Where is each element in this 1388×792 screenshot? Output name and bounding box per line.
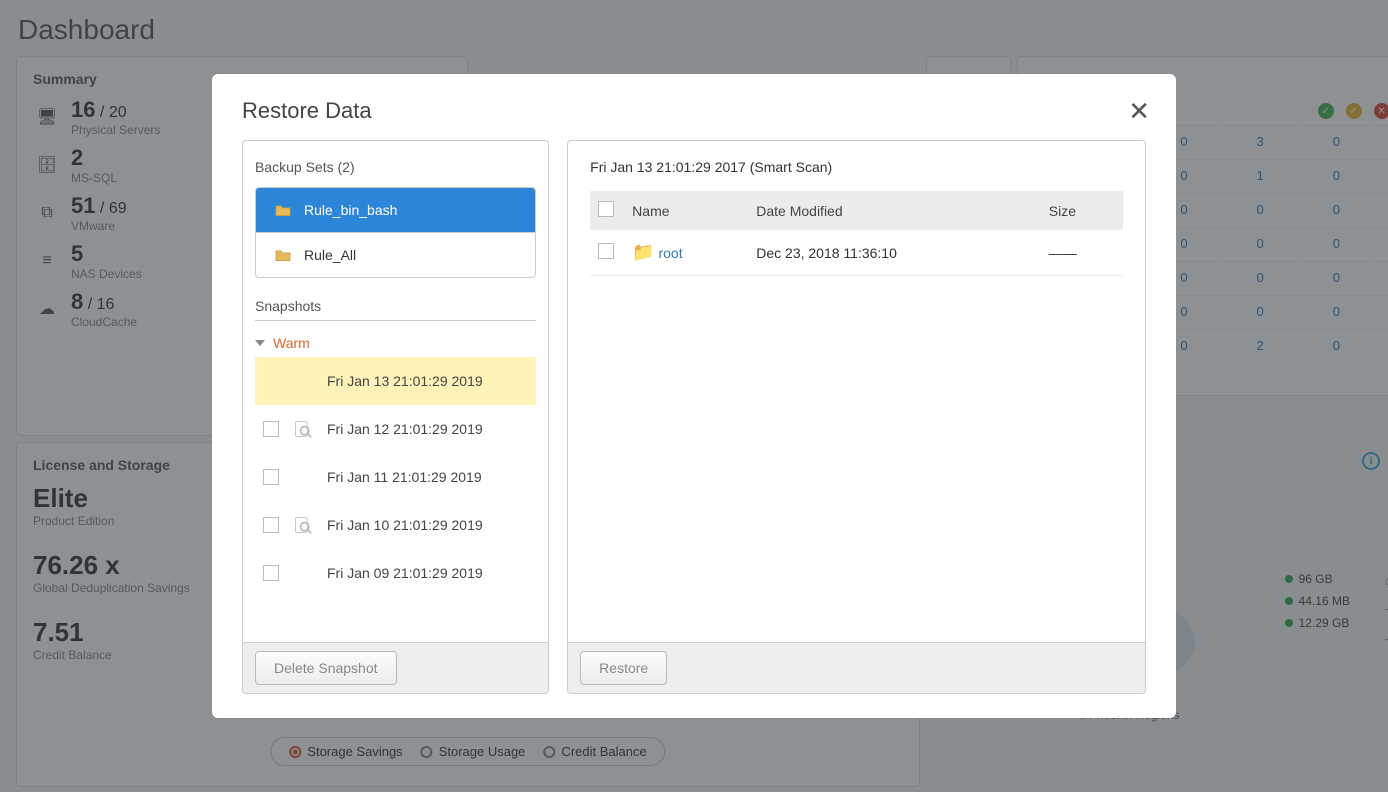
snapshot-item[interactable]: Fri Jan 10 21:01:29 2019 xyxy=(255,501,536,549)
column-size[interactable]: Size xyxy=(1041,191,1123,230)
file-link[interactable]: root xyxy=(658,245,682,261)
close-icon[interactable]: ✕ xyxy=(1128,96,1150,127)
snapshot-item[interactable]: Fri Jan 13 21:01:29 2019 xyxy=(255,357,536,405)
row-checkbox[interactable] xyxy=(598,243,614,259)
column-name[interactable]: Name xyxy=(624,191,748,230)
restore-modal: Restore Data ✕ Backup Sets (2) Rule_bin_… xyxy=(212,74,1176,718)
snapshot-checkbox[interactable] xyxy=(263,517,279,533)
file-browser-pane: Fri Jan 13 21:01:29 2017 (Smart Scan) Na… xyxy=(567,140,1146,694)
snapshot-checkbox[interactable] xyxy=(263,565,279,581)
snapshot-item[interactable]: Fri Jan 11 21:01:29 2019 xyxy=(255,453,536,501)
snapshot-list: Fri Jan 13 21:01:29 2019Fri Jan 12 21:01… xyxy=(255,357,536,597)
table-row[interactable]: 📁 root Dec 23, 2018 11:36:10 —— xyxy=(590,230,1123,276)
restore-button[interactable]: Restore xyxy=(580,651,667,685)
search-file-icon xyxy=(293,515,313,535)
backup-set-item[interactable]: Rule_All xyxy=(256,232,535,277)
snapshots-label: Snapshots xyxy=(255,298,536,321)
backup-set-item[interactable]: Rule_bin_bash xyxy=(256,188,535,232)
backup-sets-label: Backup Sets (2) xyxy=(255,159,536,175)
snapshot-item[interactable]: Fri Jan 09 21:01:29 2019 xyxy=(255,549,536,597)
chevron-down-icon xyxy=(255,340,265,346)
modal-title: Restore Data xyxy=(242,98,1146,124)
file-table: Name Date Modified Size 📁 root Dec 23, 2… xyxy=(590,191,1123,276)
select-all-checkbox[interactable] xyxy=(598,201,614,217)
snapshot-checkbox[interactable] xyxy=(263,421,279,437)
snapshot-item[interactable]: Fri Jan 12 21:01:29 2019 xyxy=(255,405,536,453)
warm-toggle[interactable]: Warm xyxy=(255,329,536,357)
column-date[interactable]: Date Modified xyxy=(748,191,1041,230)
folder-icon: 📁 xyxy=(632,242,654,262)
table-header-row: Name Date Modified Size xyxy=(590,191,1123,230)
modal-overlay: Restore Data ✕ Backup Sets (2) Rule_bin_… xyxy=(0,0,1388,792)
breadcrumb: Fri Jan 13 21:01:29 2017 (Smart Scan) xyxy=(590,159,1123,175)
search-file-icon xyxy=(293,419,313,439)
snapshot-checkbox[interactable] xyxy=(263,469,279,485)
folder-icon xyxy=(274,248,292,262)
file-size: —— xyxy=(1041,230,1123,276)
folder-icon xyxy=(274,203,292,217)
delete-snapshot-button[interactable]: Delete Snapshot xyxy=(255,651,397,685)
backup-set-list: Rule_bin_bashRule_All xyxy=(255,187,536,278)
file-date: Dec 23, 2018 11:36:10 xyxy=(748,230,1041,276)
backup-sets-pane: Backup Sets (2) Rule_bin_bashRule_All Sn… xyxy=(242,140,549,694)
